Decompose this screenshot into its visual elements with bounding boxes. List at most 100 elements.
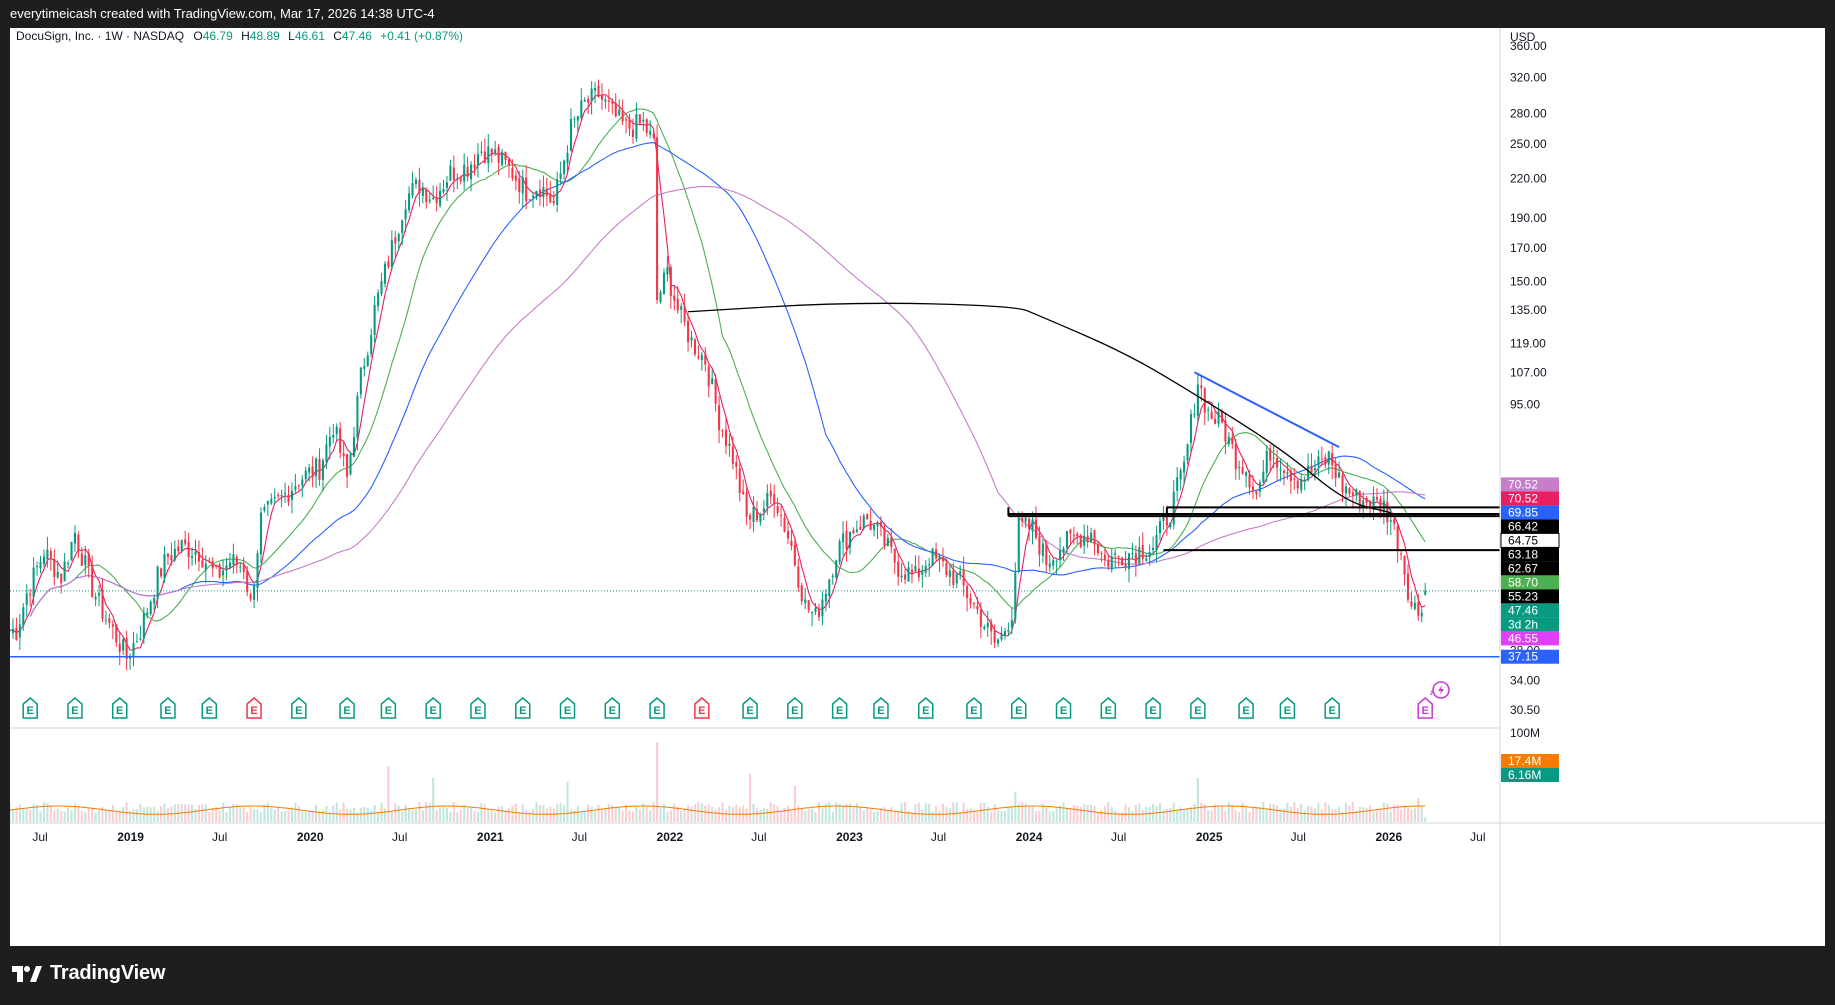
candle-body [239,566,242,568]
trendline[interactable] [1193,371,1340,449]
earnings-marker-icon[interactable]: E [470,697,486,719]
candle-body [1021,518,1024,522]
earnings-marker-icon[interactable]: E [1145,697,1161,719]
candle-body [938,556,941,560]
earnings-marker-icon[interactable]: E [339,697,355,719]
candle-body [662,272,665,294]
svg-text:E: E [609,705,616,717]
candle-body [249,594,252,600]
candle-body [631,129,634,137]
volume-bar [1041,804,1044,822]
volume-bar [1365,807,1368,822]
earnings-marker-icon[interactable]: E [1238,697,1254,719]
volume-bar [208,812,211,822]
volume-bar [218,810,221,822]
candle-body [91,564,94,598]
moving-average-line [29,186,1426,617]
earnings-marker-icon[interactable]: E [1055,697,1072,719]
earnings-marker-icon[interactable]: E [649,697,665,719]
volume-bar [614,807,617,822]
earnings-marker-icon[interactable]: E [918,697,934,719]
candle-body [280,494,283,497]
replay-lightning-icon[interactable] [1430,681,1450,699]
candle-body [160,568,163,577]
volume-bar [948,807,951,822]
candle-body [1083,535,1086,546]
candle-body [156,566,159,599]
price-chart[interactable]: EEEEEEEEEEEEEEEEEEEEEEEEEEEEEEE 360.0032… [10,28,1825,946]
earnings-marker-icon[interactable]: E [514,697,531,719]
volume-bar [1420,806,1423,822]
candle-body [1076,533,1079,536]
earnings-marker-icon[interactable]: E [1324,697,1340,719]
candle-body [318,458,321,481]
volume-bar [308,811,311,822]
candle-body [94,596,97,600]
candle-body [924,565,927,573]
candle-body [573,118,576,120]
symbol-legend[interactable]: DocuSign, Inc. · 1W · NASDAQ O46.79 H48.… [16,29,463,43]
candle-body [831,575,834,578]
earnings-marker-icon[interactable]: E [67,697,83,719]
candle-body [266,501,269,505]
earnings-marker-icon[interactable]: E [742,697,758,719]
time-tick-label: Jul [1291,830,1306,844]
earnings-marker-icon[interactable]: E [425,697,441,719]
earnings-marker-icon[interactable]: E [22,697,38,719]
candle-body [135,641,138,643]
candle-body [439,190,442,206]
candle-body [29,593,32,596]
drawing-curve[interactable] [688,302,1391,514]
time-axis[interactable]: Jul 2019 Jul 2020 Jul 2021 Jul 2022 Jul 2023 Jul 20… [32,830,1485,844]
volume-bar [315,804,318,822]
candle-body [84,555,87,566]
earnings-marker-icon[interactable]: E [787,697,803,719]
candle-body [1138,547,1141,564]
earnings-marker-icon[interactable]: E [1279,697,1296,719]
earnings-marker-icon[interactable]: E [111,697,128,719]
earnings-marker-icon[interactable]: E [291,697,307,719]
earnings-marker-icon[interactable]: E [201,697,218,719]
earnings-marker-icon[interactable]: E [831,697,848,719]
candle-body [425,189,428,203]
earnings-marker-icon[interactable]: E [966,697,982,719]
volume-bar [142,807,145,822]
earnings-marker-icon[interactable]: E [160,697,176,719]
volume-bar [1145,806,1148,822]
candle-body [1028,518,1031,530]
volume-bar [759,809,762,822]
earnings-marker-icon[interactable]: E [559,697,576,719]
earnings-marker-icon[interactable]: E [1100,697,1117,719]
candle-body [208,561,211,563]
earnings-marker-icon[interactable]: E [1011,697,1027,719]
earnings-marker-icon[interactable]: E [1190,697,1206,719]
currency-label: USD [1510,30,1536,44]
earnings-marker-icon[interactable]: E [1417,697,1433,719]
earnings-marker-icon[interactable]: E [246,697,262,719]
volume-bar [804,810,807,822]
candle-body [649,131,652,135]
volume-bar [122,807,125,822]
candle-body [273,496,276,499]
volume-bar [191,804,194,822]
candle-body [352,437,355,457]
earnings-marker-icon[interactable]: E [604,697,621,719]
earnings-marker-icon[interactable]: E [380,697,397,719]
volume-bar [304,812,307,822]
candle-body [972,603,976,605]
candle-body [428,199,431,202]
volume-bar [990,812,993,822]
candle-body [1282,470,1286,473]
volume-bar [166,808,169,822]
earnings-marker-icon[interactable]: E [873,697,889,719]
volume-bar [29,809,32,822]
svg-text:E: E [746,705,753,717]
volume-bar [211,808,214,822]
candle-body [122,639,125,651]
candle-body [907,567,910,582]
candle-body [959,571,962,575]
earnings-marker-icon[interactable]: E [694,697,710,719]
candle-body [1010,620,1013,628]
volume-bar [1289,806,1292,822]
candle-body [487,146,490,164]
